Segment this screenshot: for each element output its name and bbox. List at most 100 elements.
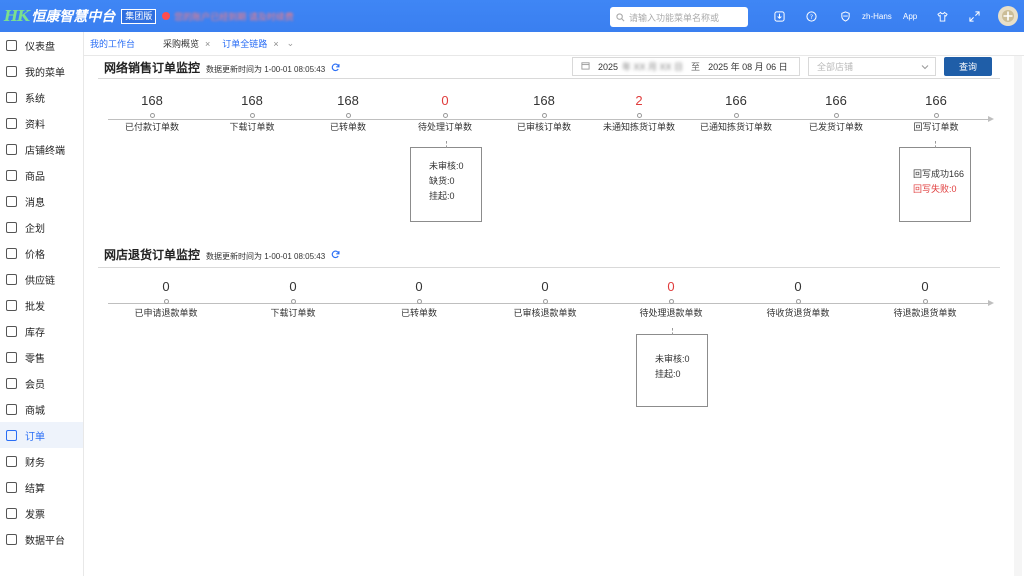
node-dot	[833, 113, 839, 118]
flow-node[interactable]: 168 已审核订单数	[489, 92, 599, 133]
settle-icon	[6, 481, 17, 493]
flow-node[interactable]: 166 已通知拣货订单数	[681, 92, 791, 133]
end-date: 2025 年 08 月 06 日	[708, 62, 788, 72]
sidebar-item-18[interactable]: 发票	[0, 500, 83, 526]
sidebar-item-11[interactable]: 库存	[0, 318, 83, 344]
sidebar-item-2[interactable]: 系统	[0, 84, 83, 110]
warning-icon	[162, 12, 171, 20]
sidebar-item-label: 商城	[25, 405, 45, 417]
close-icon[interactable]: ×	[273, 39, 278, 49]
logo-text: 恒康智慧中台	[31, 8, 116, 24]
sidebar-item-10[interactable]: 批发	[0, 292, 83, 318]
node-dot	[636, 113, 642, 118]
app-logo[interactable]: HK 恒康智慧中台	[4, 0, 115, 32]
node-label: 待处理订单数	[417, 122, 472, 132]
sidebar-item-19[interactable]: 数据平台	[0, 526, 83, 552]
expiry-warning[interactable]: 您的账户已经到期 请及时续费	[162, 10, 294, 23]
calendar-icon	[581, 61, 590, 72]
tab-workbench-label: 我的工作台	[90, 39, 136, 49]
sidebar-item-15[interactable]: 订单	[0, 422, 83, 448]
sidebar-item-17[interactable]: 结算	[0, 474, 83, 500]
flow-node[interactable]: 0 待收货退货单数	[743, 278, 853, 319]
tab-label: 订单全链路	[222, 39, 268, 49]
flow-node[interactable]: 166 回写订单数	[881, 92, 991, 133]
tab-purchase-overview[interactable]: 采购概览 ×	[157, 32, 216, 56]
sales-update-time: 数据更新时间为 1-00-01 08:05:43	[206, 65, 326, 74]
node-count: 166	[825, 93, 847, 108]
language-switch[interactable]: zh-Hans	[862, 12, 892, 21]
sales-monitor-title: 网络销售订单监控	[104, 61, 201, 75]
node-count: 0	[162, 279, 170, 294]
main-scrollbar[interactable]	[1014, 56, 1022, 576]
sidebar-item-4[interactable]: 店铺终端	[0, 136, 83, 162]
query-button[interactable]: 查询	[944, 57, 992, 76]
date-range-picker[interactable]: 2025 年 XX 月 XX 日 至 2025 年 08 月 06 日	[572, 57, 800, 76]
flow-node[interactable]: 0 已审核退款单数	[490, 278, 600, 319]
close-icon[interactable]: ×	[205, 39, 210, 49]
node-dot	[933, 113, 939, 118]
node-count: 168	[533, 93, 555, 108]
download-icon[interactable]	[772, 9, 786, 23]
flow-node[interactable]: 168 下载订单数	[197, 92, 307, 133]
node-count: 168	[337, 93, 359, 108]
sidebar-item-6[interactable]: 消息	[0, 188, 83, 214]
help-icon[interactable]: ?	[804, 9, 818, 23]
pending-refunds-detail: 未审核:0 挂起:0	[636, 328, 708, 407]
node-label: 已通知拣货订单数	[699, 122, 772, 132]
sidebar-item-12[interactable]: 零售	[0, 344, 83, 370]
document-icon	[6, 117, 17, 129]
main-content: 网络销售订单监控 数据更新时间为 1-00-01 08:05:43 2025 年…	[90, 56, 1004, 576]
refresh-icon[interactable]	[331, 63, 340, 75]
node-dot	[345, 113, 351, 118]
flow-node[interactable]: 168 已转单数	[293, 92, 403, 133]
flow-node[interactable]: 2 未通知拣货订单数	[584, 92, 694, 133]
sidebar-item-label: 商品	[25, 171, 45, 183]
flow-node[interactable]: 0 已转单数	[364, 278, 474, 319]
search-placeholder: 请输入功能菜单名称或	[629, 12, 720, 23]
refund-unreviewed: 未审核:0	[655, 354, 690, 364]
sidebar-item-3[interactable]: 资料	[0, 110, 83, 136]
shirt-icon[interactable]	[935, 9, 949, 23]
sidebar-item-8[interactable]: 价格	[0, 240, 83, 266]
sidebar-item-14[interactable]: 商城	[0, 396, 83, 422]
sidebar-item-1[interactable]: 我的菜单	[0, 58, 83, 84]
node-dot	[541, 113, 547, 118]
box-icon	[6, 169, 17, 181]
tab-workbench[interactable]: 我的工作台	[84, 32, 141, 56]
flow-node[interactable]: 166 已发货订单数	[781, 92, 891, 133]
edition-badge: 集团版	[121, 8, 157, 24]
shield-icon[interactable]	[838, 9, 852, 23]
sidebar-item-label: 系统	[25, 93, 45, 105]
flow-node[interactable]: 0 待处理订单数	[390, 92, 500, 133]
sidebar-item-9[interactable]: 供应链	[0, 266, 83, 292]
sidebar-item-5[interactable]: 商品	[0, 162, 83, 188]
sidebar-item-13[interactable]: 会员	[0, 370, 83, 396]
menu-search-input[interactable]: 请输入功能菜单名称或	[610, 7, 748, 27]
sidebar-item-label: 供应链	[25, 275, 55, 287]
app-link[interactable]: App	[903, 12, 917, 21]
user-avatar[interactable]	[998, 6, 1018, 26]
flow-node[interactable]: 168 已付款订单数	[97, 92, 207, 133]
tab-order-fullchain[interactable]: 订单全链路 ×	[216, 32, 284, 56]
sales-flow: 168 已付款订单数 168 下载订单数 168 已转单数 0 待处理订单数 168 已审核订单数…	[108, 92, 998, 272]
store-icon	[6, 143, 17, 155]
monitor-icon	[6, 91, 17, 103]
flow-node[interactable]: 0 下载订单数	[238, 278, 348, 319]
sidebar-item-label: 资料	[25, 119, 45, 131]
flow-node[interactable]: 0 待退款退货单数	[870, 278, 980, 319]
node-label: 已审核订单数	[516, 122, 571, 132]
sidebar-item-7[interactable]: 企划	[0, 214, 83, 240]
fullscreen-icon[interactable]	[967, 9, 981, 23]
sales-divider	[98, 78, 1000, 79]
retail-icon	[6, 351, 17, 363]
chevron-down-icon[interactable]: ⌄	[287, 38, 295, 49]
flow-node[interactable]: 0 已申请退款单数	[111, 278, 221, 319]
flow-node[interactable]: 0 待处理退款单数	[616, 278, 726, 319]
node-dot	[163, 299, 169, 304]
store-select[interactable]: 全部店铺	[808, 57, 936, 76]
sidebar-item-16[interactable]: 财务	[0, 448, 83, 474]
refresh-icon[interactable]	[331, 250, 340, 262]
return-update-time: 数据更新时间为 1-00-01 08:05:43	[206, 252, 326, 261]
node-label: 下载订单数	[270, 308, 316, 318]
sidebar-item-0[interactable]: 仪表盘	[0, 32, 83, 58]
